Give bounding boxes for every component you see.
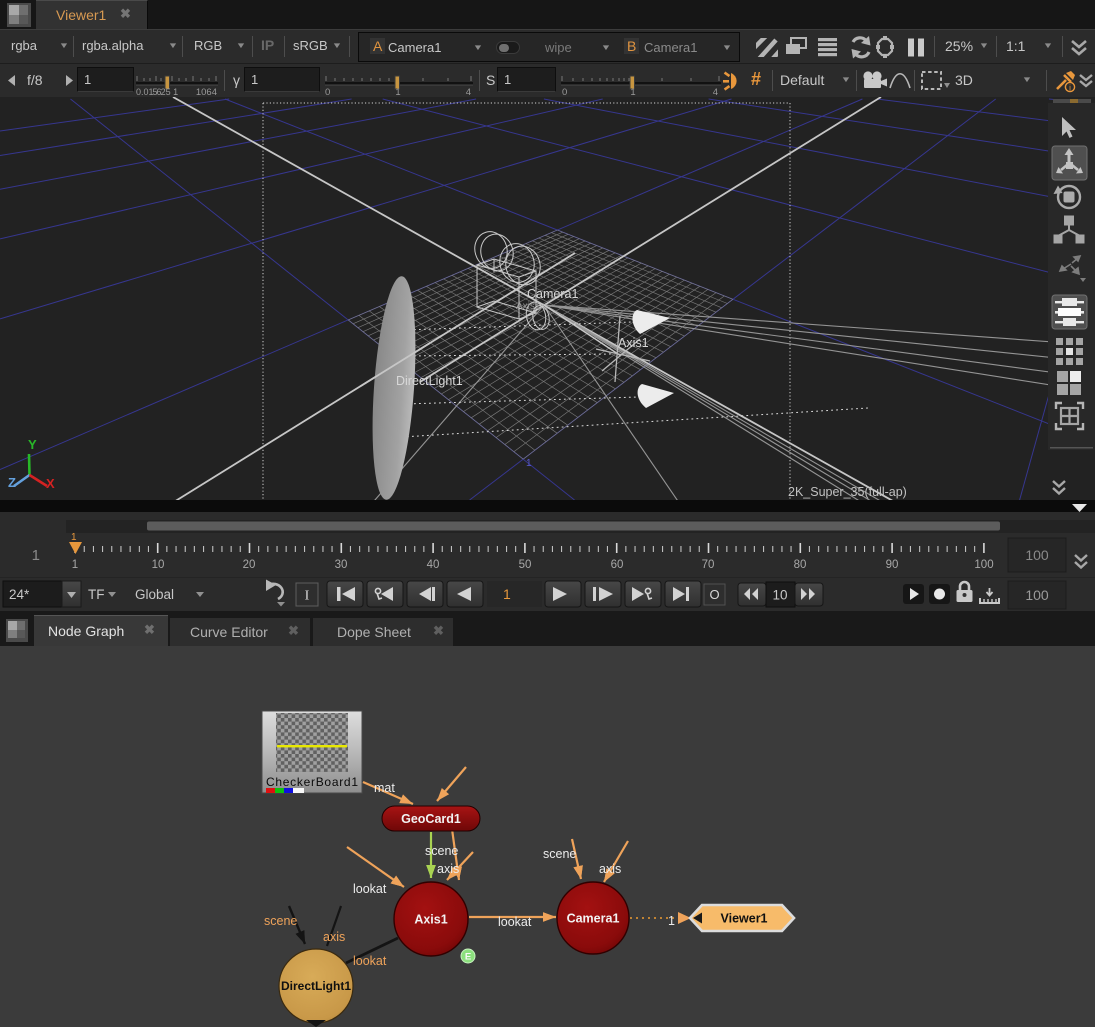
svg-text:axis: axis xyxy=(437,862,459,876)
svg-text:1064: 1064 xyxy=(196,87,217,96)
svg-text:24*: 24* xyxy=(9,587,30,602)
svg-text:DirectLight1: DirectLight1 xyxy=(281,979,351,993)
svg-text:1: 1 xyxy=(503,586,511,602)
svg-text:Axis1: Axis1 xyxy=(414,913,447,927)
svg-text:30: 30 xyxy=(335,559,348,571)
svg-text:100: 100 xyxy=(1025,547,1049,563)
svg-text:axis: axis xyxy=(599,862,621,876)
svg-text:1: 1 xyxy=(526,458,532,469)
svg-text:1: 1 xyxy=(32,547,40,564)
svg-text:4: 4 xyxy=(466,87,471,96)
svg-text:50: 50 xyxy=(519,559,532,571)
svg-text:X: X xyxy=(46,476,55,491)
svg-text:lookat: lookat xyxy=(498,915,532,929)
svg-text:80: 80 xyxy=(794,559,807,571)
svg-text:20: 20 xyxy=(243,559,256,571)
svg-text:Camera1: Camera1 xyxy=(527,287,578,301)
svg-text:0.015625 1: 0.015625 1 xyxy=(136,87,178,96)
svg-text:1: 1 xyxy=(72,559,78,571)
svg-text:1: 1 xyxy=(630,87,635,96)
svg-text:Y: Y xyxy=(28,437,37,452)
svg-text:60: 60 xyxy=(611,559,624,571)
svg-text:scene: scene xyxy=(425,844,458,858)
svg-text:0: 0 xyxy=(562,87,567,96)
svg-text:Camera1: Camera1 xyxy=(567,912,620,926)
svg-text:40: 40 xyxy=(427,559,440,571)
svg-text:Viewer1: Viewer1 xyxy=(720,912,767,926)
svg-text:70: 70 xyxy=(702,559,715,571)
svg-text:Axis1: Axis1 xyxy=(516,301,541,312)
svg-text:Global: Global xyxy=(135,587,174,602)
svg-text:100: 100 xyxy=(974,559,993,571)
svg-text:lookat: lookat xyxy=(353,954,387,968)
svg-text:DirectLight1: DirectLight1 xyxy=(396,374,463,388)
svg-text:10: 10 xyxy=(152,559,165,571)
svg-text:scene: scene xyxy=(264,914,297,928)
svg-text:CheckerBoard1: CheckerBoard1 xyxy=(266,775,358,789)
svg-text:TF: TF xyxy=(88,587,105,602)
svg-text:i: i xyxy=(1069,83,1071,92)
svg-text:4: 4 xyxy=(713,87,718,96)
svg-text:100: 100 xyxy=(1025,587,1049,603)
svg-text:axis: axis xyxy=(323,930,345,944)
svg-text:Axis1: Axis1 xyxy=(618,336,649,350)
svg-text:I: I xyxy=(305,589,310,604)
svg-text:10: 10 xyxy=(772,588,787,603)
svg-text:1: 1 xyxy=(395,87,400,96)
svg-text:mat: mat xyxy=(374,781,395,795)
svg-text:GeoCard1: GeoCard1 xyxy=(401,812,461,826)
svg-text:Z: Z xyxy=(8,475,16,490)
svg-text:2K_Super_35(full-ap): 2K_Super_35(full-ap) xyxy=(788,485,907,499)
svg-text:1: 1 xyxy=(71,532,77,543)
svg-text:scene: scene xyxy=(543,847,576,861)
svg-text:E: E xyxy=(465,952,471,963)
svg-text:1: 1 xyxy=(668,914,675,928)
svg-text:0: 0 xyxy=(325,87,330,96)
svg-text:lookat: lookat xyxy=(353,882,387,896)
svg-text:O: O xyxy=(709,587,719,602)
svg-text:90: 90 xyxy=(886,559,899,571)
